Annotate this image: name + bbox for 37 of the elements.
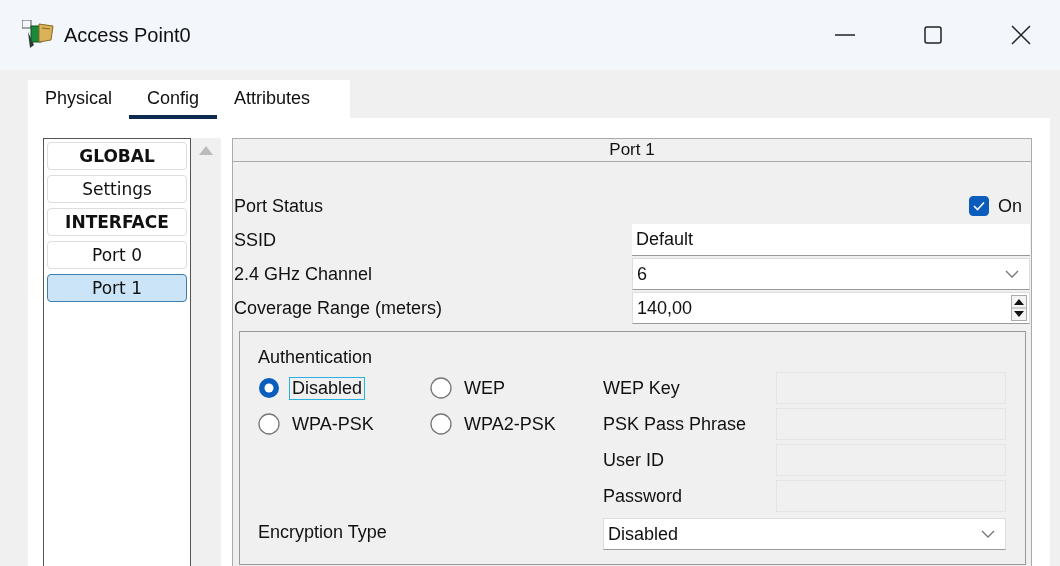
section-button[interactable]: GLOBAL — [47, 142, 187, 170]
window-title: Access Point0 — [64, 23, 191, 47]
field-label: User ID — [603, 449, 665, 471]
section-button[interactable]: INTERFACE — [47, 208, 187, 236]
channel-dropdown[interactable]: 6 — [632, 258, 1030, 290]
field-label: PSK Pass Phrase — [603, 413, 748, 435]
group-title: Authentication — [258, 346, 374, 368]
field-label: Port Status — [234, 195, 325, 217]
radio-icon — [430, 377, 452, 399]
radio-button[interactable]: WPA-PSK — [258, 412, 430, 436]
checkbox-label: On — [998, 195, 1022, 217]
checkmark-icon — [973, 201, 985, 211]
field-label: Password — [603, 485, 684, 507]
access-point-icon — [22, 20, 56, 50]
ssid-field[interactable]: Default — [632, 224, 1030, 256]
field-label: Coverage Range (meters) — [234, 297, 444, 319]
field-label: WEP Key — [603, 377, 681, 399]
field-label: SSID — [234, 229, 277, 251]
range-spinbox[interactable]: 140,00 — [632, 292, 1030, 324]
sidebar-item[interactable]: Port 0 — [47, 241, 187, 269]
radio-icon — [258, 377, 280, 399]
radio-button[interactable]: WPA2-PSK — [430, 412, 603, 436]
tab[interactable]: Attributes — [226, 88, 319, 119]
chevron-down-icon — [1005, 270, 1019, 278]
encryption-dropdown[interactable]: Disabled — [603, 518, 1006, 550]
radio-icon — [430, 413, 452, 435]
radio-icon — [258, 413, 280, 435]
radio-button[interactable]: WEP — [430, 376, 603, 400]
tab[interactable]: Physical — [37, 88, 121, 119]
checkbox[interactable] — [969, 196, 989, 216]
radio-button[interactable]: Disabled — [258, 376, 430, 400]
field-label: 2.4 GHz Channel — [234, 263, 374, 285]
chevron-down-icon — [981, 530, 995, 538]
spinner-arrows-icon[interactable] — [1011, 295, 1027, 321]
field-label: Encryption Type — [258, 521, 388, 543]
sidebar-item[interactable]: Port 1 — [47, 274, 187, 302]
sidebar-item[interactable]: Settings — [47, 175, 187, 203]
